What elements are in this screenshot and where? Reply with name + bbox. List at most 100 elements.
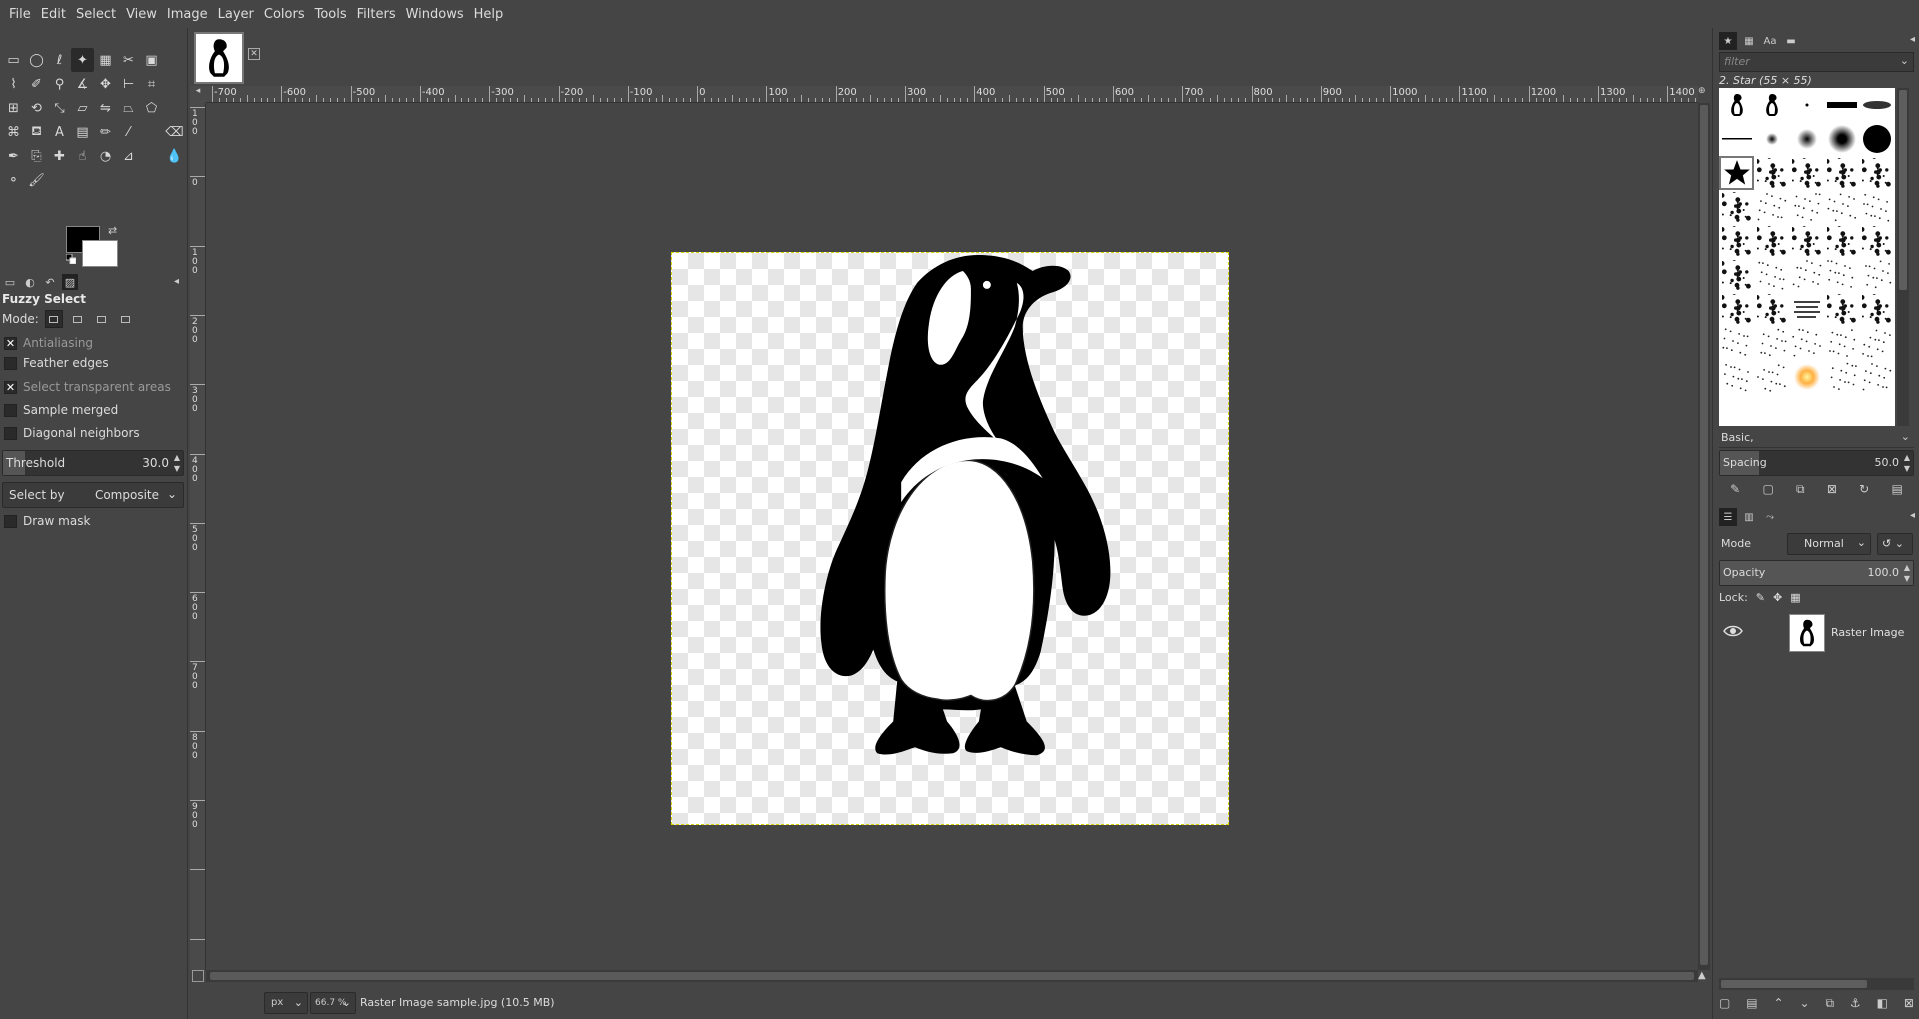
horizontal-ruler[interactable]: -700 -600 -500 -400 -300 -200 -100 0 100 200 300 40… [206,86,1698,103]
brush-splat-icon[interactable] [1719,190,1754,224]
new-layer-icon[interactable]: ▢ [1719,996,1730,1011]
brush-splat-icon[interactable] [1719,224,1754,258]
document-history-tab-icon[interactable]: ▬ [1782,32,1800,50]
brush-sparse-icon[interactable] [1719,360,1754,394]
layer-thumbnail[interactable] [1789,614,1825,652]
brush-sparse-icon[interactable] [1789,190,1824,224]
undo-history-tab-icon[interactable]: ↶ [42,274,58,290]
menu-filters[interactable]: Filters [352,7,401,22]
menu-colors[interactable]: Colors [259,7,310,22]
brush-splat-icon[interactable] [1754,292,1789,326]
brush-filter-input[interactable]: filter ⌄ [1719,52,1914,72]
select-by-dropdown[interactable]: Select by Composite ⌄ [2,482,184,508]
menu-image[interactable]: Image [162,7,213,22]
layer-composite-dropdown[interactable]: ↺ ⌄ [1877,533,1913,555]
mode-intersect-button[interactable] [117,310,135,328]
brush-grid[interactable] [1719,88,1895,426]
layer-mode-dropdown[interactable]: Normal ⌄ [1787,533,1871,555]
brush-softsm-icon[interactable] [1754,122,1789,156]
zoom-fit-icon[interactable]: ⊕ [1698,86,1710,103]
brush-splat-icon[interactable] [1789,156,1824,190]
swap-colors-icon[interactable]: ⇄ [108,224,117,237]
brush-splat-icon[interactable] [1754,156,1789,190]
brush-scrollbar-thumb[interactable] [1899,90,1907,290]
measure-icon[interactable]: ∡ [71,72,94,96]
brush-sparse-icon[interactable] [1859,258,1894,292]
layer-scrollbar[interactable] [1719,978,1914,990]
brush-set-dropdown[interactable]: Basic, ⌄ [1719,428,1914,448]
duplicate-layer-icon[interactable]: ⧉ [1825,996,1834,1011]
layer-row[interactable]: Raster Image [1719,612,1914,656]
ruler-corner[interactable]: ◂ [190,86,206,103]
brush-splat-icon[interactable] [1859,156,1894,190]
pencil-icon[interactable]: ✏ [94,120,117,144]
brush-sparse-icon[interactable] [1719,326,1754,360]
mode-add-button[interactable] [69,310,87,328]
brush-hard-icon[interactable] [1859,122,1894,156]
brush-sparse-icon[interactable] [1824,326,1859,360]
brush-sparse-icon[interactable] [1824,190,1859,224]
anchor-layer-icon[interactable]: ⚓ [1850,996,1861,1011]
images-tab-icon[interactable]: ▨ [62,274,78,290]
configure-tab-icon[interactable]: ◂ [1910,510,1915,521]
configure-tab-icon[interactable]: ◂ [174,276,179,287]
draw-mask-option[interactable]: Draw mask [4,514,90,528]
horizontal-scrollbar-thumb[interactable] [210,972,1694,980]
duplicate-brush-icon[interactable]: ⧉ [1796,482,1805,497]
scale-icon[interactable]: ⤡ [48,96,71,120]
menu-file[interactable]: File [4,7,36,22]
opacity-slider[interactable]: Opacity 100.0 ▲ ▼ [1719,560,1914,586]
ink-icon[interactable]: ✒ [2,144,25,168]
layer-scrollbar-thumb[interactable] [1721,980,1867,988]
new-brush-icon[interactable]: ▢ [1762,482,1773,497]
paintbrush-icon[interactable]: 🖌 [25,168,48,192]
brush-softlg-icon[interactable] [1824,122,1859,156]
vertical-scrollbar-thumb[interactable] [1700,105,1708,965]
unified-transform-icon[interactable]: ⊞ [2,96,25,120]
heal-icon[interactable]: ✚ [48,144,71,168]
layer-mask-icon[interactable]: ◧ [1877,996,1888,1011]
brush-splat-icon[interactable] [1859,292,1894,326]
threshold-slider[interactable]: Threshold 30.0 ▲ ▼ [2,450,184,476]
scissors-select-icon[interactable]: ✂ [117,48,140,72]
paths-icon[interactable]: ⌇ [2,72,25,96]
raise-layer-icon[interactable]: ⌃ [1774,996,1784,1011]
select-by-color-icon[interactable]: ▦ [94,48,117,72]
brush-splat-icon[interactable] [1789,224,1824,258]
sample-merged-checkbox[interactable] [4,403,17,417]
brush-penguin-icon[interactable] [1754,88,1789,122]
draw-mask-checkbox[interactable] [4,514,17,528]
blur-icon[interactable]: 💧 [163,144,186,168]
patterns-tab-icon[interactable]: ▦ [1740,32,1758,50]
shear-icon[interactable]: ▱ [71,96,94,120]
menu-help[interactable]: Help [469,7,509,22]
menu-select[interactable]: Select [71,7,121,22]
configure-tab-icon[interactable]: ◂ [1910,34,1915,45]
ellipse-select-icon[interactable]: ◯ [25,48,48,72]
brush-dot-icon[interactable] [1789,88,1824,122]
delete-layer-icon[interactable]: ⊠ [1904,996,1914,1011]
close-image-icon[interactable]: ✕ [248,48,260,60]
spacing-spinner-icon[interactable]: ▲ ▼ [1904,452,1910,474]
brush-smear-icon[interactable] [1859,88,1894,122]
brush-bar-icon[interactable] [1824,88,1859,122]
brush-sparse-icon[interactable] [1859,326,1894,360]
tool-options-tab-icon[interactable]: ▭ [2,274,18,290]
brush-sparse-icon[interactable] [1859,190,1894,224]
image-tab-thumbnail[interactable] [194,32,244,84]
image-canvas[interactable] [671,252,1229,825]
canvas-area[interactable] [207,104,1697,970]
brush-splat-icon[interactable] [1824,224,1859,258]
mode-replace-button[interactable] [44,310,63,328]
feather-edges-option[interactable]: Feather edges [4,356,109,370]
crop-icon[interactable]: ⌗ [140,72,163,96]
opacity-spinner-icon[interactable]: ▲ ▼ [1904,562,1910,584]
device-status-tab-icon[interactable]: ◐ [22,274,38,290]
menu-edit[interactable]: Edit [36,7,71,22]
brush-sparse-icon[interactable] [1824,360,1859,394]
brush-penguin-icon[interactable] [1719,88,1754,122]
sample-merged-option[interactable]: Sample merged [4,403,118,417]
brush-sparse-icon[interactable] [1754,326,1789,360]
lock-pixels-icon[interactable]: ✎ [1756,591,1765,604]
move-icon[interactable]: ✥ [94,72,117,96]
